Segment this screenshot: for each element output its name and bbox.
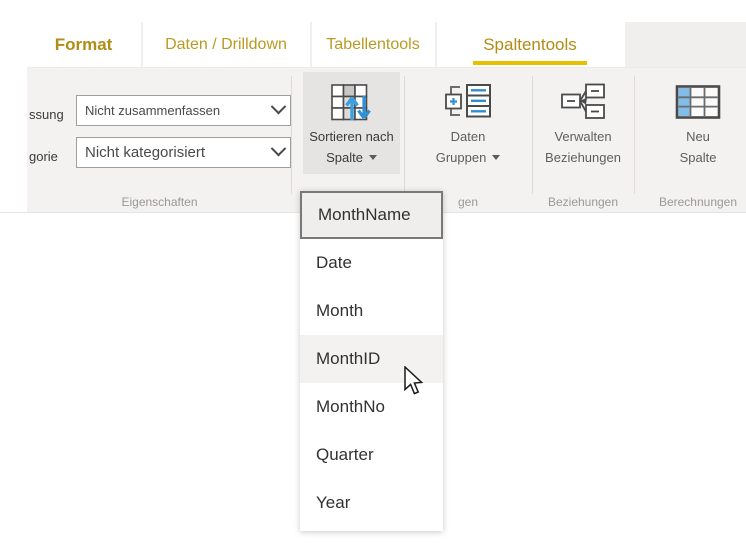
data-groups-line2-row: Gruppen	[436, 147, 501, 168]
menu-item-quarter[interactable]: Quarter	[300, 431, 443, 479]
data-groups-icon	[443, 80, 493, 126]
tab-spaltentools[interactable]: Spaltentools	[437, 22, 623, 67]
group-separator-sort	[404, 76, 405, 194]
group-separator-properties	[291, 76, 292, 194]
tab-daten-drilldown[interactable]: Daten / Drilldown	[143, 22, 309, 67]
data-groups-line2: Gruppen	[435, 150, 487, 165]
sort-by-column-line1: Sortieren nach	[309, 129, 394, 144]
summarize-dropdown-value: Nicht zusammenfassen	[85, 103, 221, 118]
manage-relationships-line2: Beziehungen	[545, 150, 621, 165]
ribbon-tab-bar: Format Daten / Drilldown Tabellentools S…	[0, 22, 746, 67]
group-label-berechnungen: Berechnungen	[658, 195, 738, 209]
group-separator-relationships	[634, 76, 635, 194]
menu-item-label: MonthID	[316, 349, 381, 368]
new-column-line2: Spalte	[679, 150, 717, 165]
category-field-label: gorie	[29, 149, 58, 164]
menu-item-label: Month	[316, 301, 364, 320]
manage-relationships-icon	[558, 80, 608, 126]
sort-by-column-line2: Spalte	[326, 150, 363, 165]
chevron-down-icon[interactable]	[492, 155, 501, 160]
category-dropdown[interactable]: Nicht kategorisiert	[76, 137, 291, 168]
tab-tabellentools-label: Tabellentools	[326, 35, 420, 53]
group-label-beziehungen: Beziehungen	[547, 195, 619, 209]
menu-item-date[interactable]: Date	[300, 239, 443, 287]
tab-format-label: Format	[54, 34, 113, 54]
sort-by-column-line2-row: Spalte	[326, 147, 377, 168]
chevron-down-icon	[266, 140, 290, 160]
menu-item-label: MonthNo	[316, 397, 385, 416]
summarize-field-label: ssung	[29, 107, 64, 122]
data-groups-button[interactable]: Daten Gruppen	[415, 80, 521, 168]
sort-by-column-menu: MonthName Date Month MonthID MonthNo Qua…	[300, 191, 443, 531]
new-column-line1: Neu	[686, 129, 710, 144]
menu-item-label: Date	[316, 253, 352, 272]
manage-relationships-line1: Verwalten	[554, 129, 612, 144]
sort-by-column-button[interactable]: Sortieren nach Spalte	[303, 72, 400, 174]
summarize-dropdown[interactable]: Nicht zusammenfassen	[76, 95, 291, 126]
tab-active-underline	[473, 61, 587, 65]
data-groups-line1: Daten	[450, 129, 486, 144]
tab-daten-drilldown-label: Daten / Drilldown	[165, 35, 287, 53]
new-column-icon	[674, 80, 722, 126]
manage-relationships-button[interactable]: Verwalten Beziehungen	[532, 80, 634, 168]
menu-item-monthid[interactable]: MonthID	[300, 335, 443, 383]
menu-item-label: Quarter	[316, 445, 374, 464]
sort-by-column-icon	[329, 80, 375, 126]
tab-bar-right-filler	[625, 22, 746, 67]
chevron-down-icon[interactable]	[368, 155, 377, 160]
chevron-down-icon	[266, 98, 290, 118]
menu-item-month[interactable]: Month	[300, 287, 443, 335]
menu-item-monthno[interactable]: MonthNo	[300, 383, 443, 431]
menu-item-year[interactable]: Year	[300, 479, 443, 527]
tab-tabellentools[interactable]: Tabellentools	[312, 22, 434, 67]
category-dropdown-value: Nicht kategorisiert	[85, 144, 206, 161]
menu-item-monthname[interactable]: MonthName	[300, 191, 443, 239]
menu-item-label: Year	[316, 493, 351, 512]
tab-format[interactable]: Format	[27, 22, 140, 67]
group-label-eigenschaften: Eigenschaften	[121, 195, 198, 209]
tab-spaltentools-label: Spaltentools	[483, 34, 577, 54]
new-column-button[interactable]: Neu Spalte	[643, 80, 746, 168]
menu-item-label: MonthName	[318, 205, 411, 224]
